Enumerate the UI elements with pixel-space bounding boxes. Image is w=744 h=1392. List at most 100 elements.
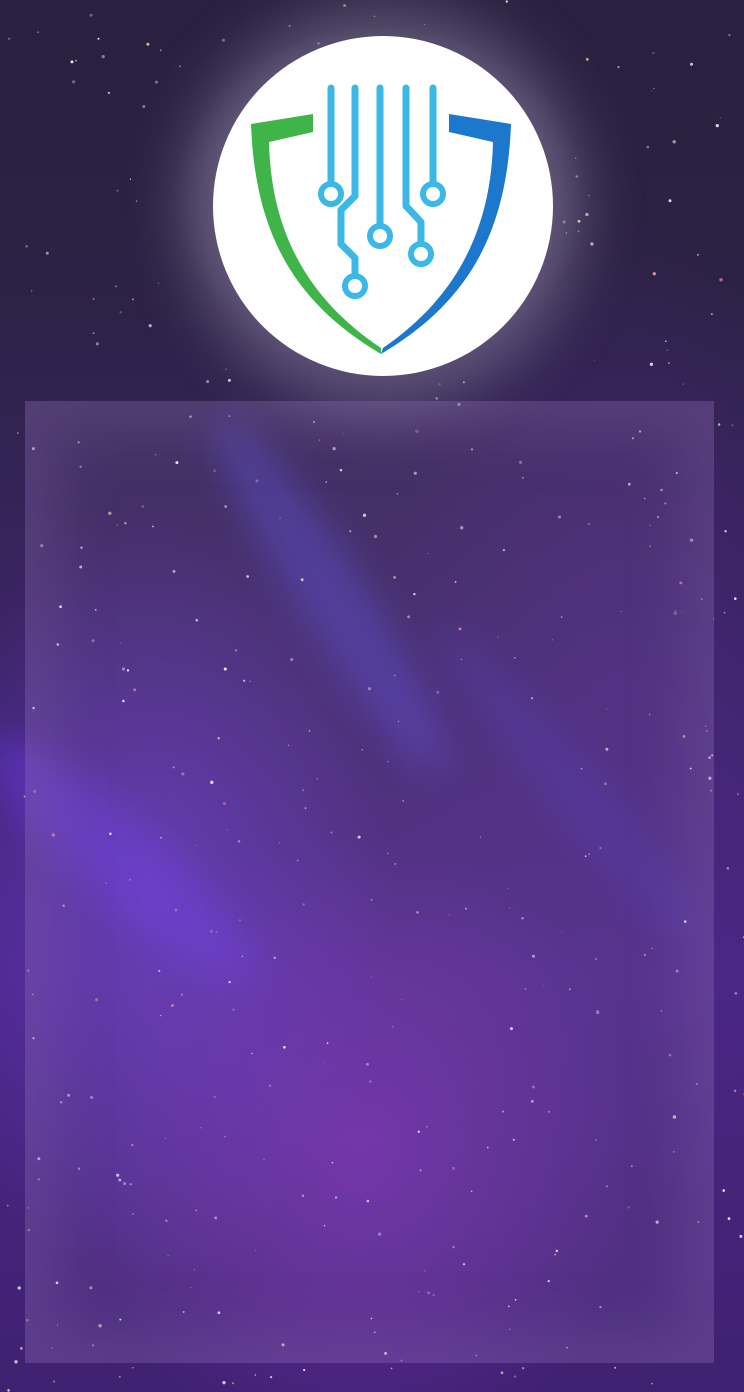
star — [16, 432, 19, 434]
app-screen — [0, 0, 744, 1392]
star — [739, 1234, 743, 1238]
star — [45, 251, 49, 255]
star — [734, 992, 738, 995]
star — [575, 157, 577, 159]
star — [101, 54, 105, 59]
star — [585, 57, 589, 61]
star — [521, 1366, 525, 1370]
star — [373, 15, 376, 17]
star — [649, 362, 654, 366]
star — [668, 199, 672, 203]
star — [179, 65, 181, 67]
star — [666, 349, 669, 351]
star — [733, 1089, 737, 1093]
star — [75, 59, 77, 62]
star — [14, 1360, 18, 1364]
star — [731, 424, 734, 426]
star — [142, 105, 146, 108]
star — [288, 25, 291, 27]
star — [89, 13, 93, 17]
star — [95, 342, 99, 346]
star — [719, 117, 721, 119]
star — [667, 362, 670, 365]
star — [231, 1382, 235, 1385]
star — [723, 611, 726, 614]
star — [652, 51, 655, 55]
star — [653, 87, 655, 90]
star — [17, 1286, 21, 1290]
star — [593, 359, 596, 361]
star — [92, 332, 95, 334]
star — [711, 313, 713, 315]
star — [726, 867, 730, 870]
star — [254, 1374, 257, 1376]
star — [737, 793, 739, 795]
star — [119, 311, 122, 314]
star — [728, 33, 731, 37]
star — [565, 232, 567, 234]
star — [617, 65, 620, 69]
star — [131, 1366, 134, 1369]
star — [587, 194, 590, 197]
star — [7, 1389, 10, 1392]
star — [590, 242, 594, 246]
star — [689, 62, 694, 66]
star — [92, 297, 95, 300]
star — [116, 189, 119, 192]
star — [37, 31, 40, 34]
star — [135, 200, 138, 202]
star — [423, 23, 425, 26]
star — [513, 1375, 517, 1378]
star — [462, 381, 465, 384]
star — [717, 423, 721, 426]
star — [724, 530, 727, 533]
star — [303, 1368, 306, 1372]
star — [160, 49, 162, 51]
star — [575, 175, 578, 178]
app-logo — [213, 36, 553, 376]
star — [652, 272, 656, 276]
star — [118, 1375, 121, 1378]
star — [500, 1371, 504, 1375]
star — [53, 1380, 56, 1383]
star — [222, 1381, 226, 1385]
content-panel — [25, 401, 714, 1363]
star — [114, 285, 118, 288]
star — [146, 42, 150, 46]
star — [7, 37, 11, 40]
star — [7, 1204, 9, 1207]
star — [31, 290, 33, 292]
star — [25, 245, 28, 248]
star — [734, 597, 737, 600]
star — [269, 1375, 273, 1379]
star — [672, 140, 676, 144]
star — [664, 340, 667, 343]
star — [585, 212, 589, 217]
star — [107, 91, 111, 95]
star — [646, 145, 650, 149]
star — [651, 1382, 653, 1385]
star — [651, 90, 653, 92]
star — [157, 282, 159, 284]
star — [390, 1367, 393, 1370]
star — [435, 397, 439, 400]
star — [614, 1366, 617, 1369]
star — [577, 219, 581, 223]
star — [722, 1189, 725, 1192]
star — [97, 37, 100, 40]
star — [682, 383, 684, 385]
star — [70, 60, 74, 64]
star — [154, 80, 159, 84]
star — [696, 253, 699, 256]
star — [715, 123, 719, 128]
star — [206, 380, 210, 384]
star — [505, 0, 508, 3]
star — [131, 298, 135, 301]
star — [438, 383, 441, 386]
star — [727, 1217, 731, 1220]
star — [577, 230, 580, 233]
star — [19, 1346, 23, 1350]
star — [72, 80, 76, 84]
star — [719, 278, 723, 282]
star — [148, 324, 152, 328]
